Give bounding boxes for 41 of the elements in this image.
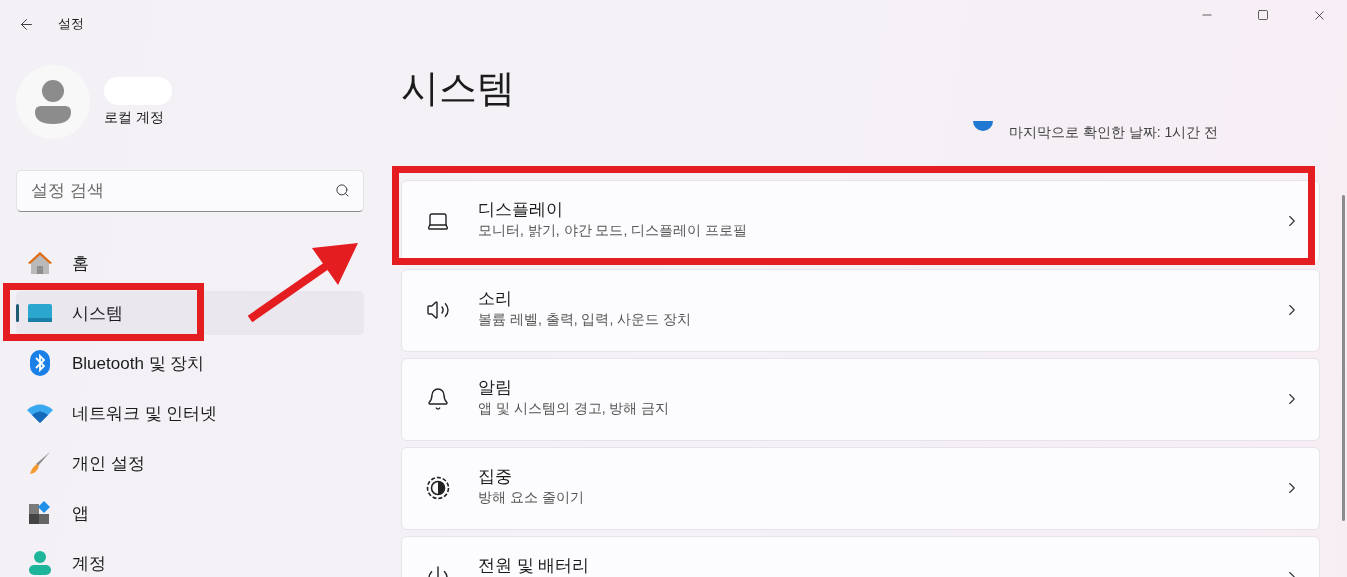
settings-card[interactable]: 알림 앱 및 시스템의 경고, 방해 금지 xyxy=(401,358,1320,441)
sidebar-item[interactable]: 앱 xyxy=(16,491,364,535)
card-title: 전원 및 배터리 xyxy=(478,555,591,576)
card-title: 디스플레이 xyxy=(478,199,564,220)
maximize-icon xyxy=(1257,9,1269,21)
bluetooth-icon xyxy=(30,350,50,376)
wifi-icon xyxy=(27,403,53,423)
card-title: 소리 xyxy=(478,288,513,309)
card-title: 알림 xyxy=(478,377,513,398)
account-type: 로컬 계정 xyxy=(104,109,165,127)
card-subtitle: 볼륨 레벨, 출력, 입력, 사운드 장치 xyxy=(478,310,693,329)
speaker-icon xyxy=(426,298,450,322)
page-title: 시스템 xyxy=(401,66,516,111)
card-subtitle: 방해 요소 줄이기 xyxy=(478,488,585,507)
sidebar-item[interactable]: 개인 설정 xyxy=(16,441,364,485)
scrollbar[interactable] xyxy=(1342,195,1345,521)
search-icon xyxy=(335,183,350,198)
window-title: 설정 xyxy=(58,15,84,33)
settings-card[interactable]: 집중 방해 요소 줄이기 xyxy=(401,447,1320,530)
sidebar-item[interactable]: 네트워크 및 인터넷 xyxy=(16,391,364,435)
selection-indicator xyxy=(16,304,19,322)
sidebar-item[interactable]: 시스템 xyxy=(16,291,364,335)
bell-icon xyxy=(426,387,450,411)
card-subtitle: 모니터, 밝기, 야간 모드, 디스플레이 프로필 xyxy=(478,221,749,240)
search-field[interactable]: 설정 검색 xyxy=(16,170,364,212)
person-icon xyxy=(35,80,71,124)
status-text: 마지막으로 확인한 날짜: 1시간 전 xyxy=(1009,124,1219,142)
person-icon xyxy=(29,551,51,575)
settings-card[interactable]: 디스플레이 모니터, 밝기, 야간 모드, 디스플레이 프로필 xyxy=(401,180,1320,263)
home-icon xyxy=(27,251,53,275)
card-title: 집중 xyxy=(478,466,513,487)
card-subtitle: 앱 및 시스템의 경고, 방해 금지 xyxy=(478,399,671,418)
settings-card[interactable]: 소리 볼륨 레벨, 출력, 입력, 사운드 장치 xyxy=(401,269,1320,352)
apps-icon xyxy=(28,501,52,525)
sidebar-item[interactable]: Bluetooth 및 장치 xyxy=(16,341,364,385)
sidebar-item[interactable]: 계정 xyxy=(16,541,364,577)
paintbrush-icon xyxy=(28,451,52,475)
sidebar-item[interactable]: 홈 xyxy=(16,241,364,285)
monitor-icon xyxy=(28,303,52,323)
focus-icon xyxy=(426,476,450,500)
settings-card[interactable]: 전원 및 배터리 xyxy=(401,536,1320,577)
